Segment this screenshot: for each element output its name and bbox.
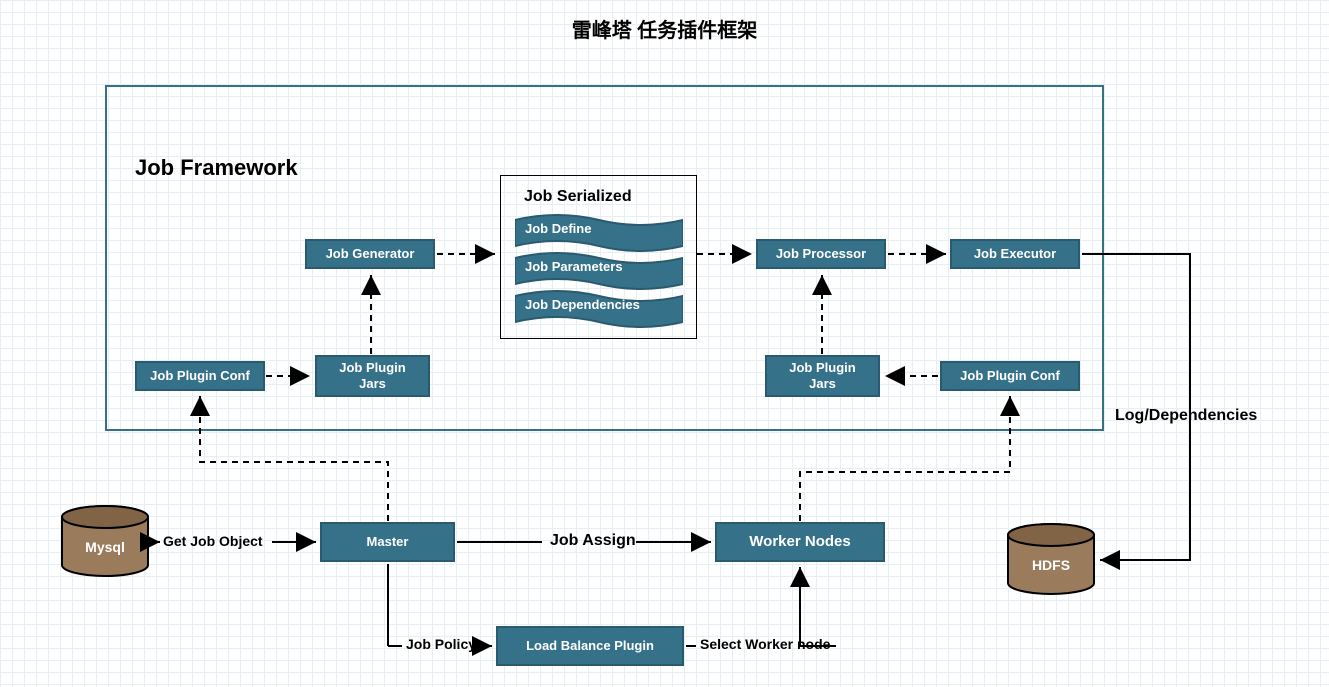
job-plugin-conf-right: Job Plugin Conf bbox=[940, 361, 1080, 391]
diagram-title: 雷峰塔 任务插件框架 bbox=[0, 14, 1329, 43]
mysql-db: Mysql bbox=[60, 505, 150, 575]
mysql-label: Mysql bbox=[60, 539, 150, 555]
edge-select-worker-label: Select Worker node bbox=[700, 636, 830, 652]
edge-job-policy-label: Job Policy bbox=[406, 636, 476, 652]
job-executor: Job Executor bbox=[950, 239, 1080, 269]
job-processor: Job Processor bbox=[756, 239, 886, 269]
edge-get-job-label: Get Job Object bbox=[163, 533, 263, 549]
edge-job-assign-label: Job Assign bbox=[550, 532, 636, 550]
worker-nodes: Worker Nodes bbox=[715, 522, 885, 562]
job-parameters-text: Job Parameters bbox=[525, 259, 623, 274]
job-parameters-flag: Job Parameters bbox=[515, 252, 679, 284]
job-dependencies-flag: Job Dependencies bbox=[515, 290, 679, 322]
master-node: Master bbox=[320, 522, 455, 562]
job-framework-heading: Job Framework bbox=[135, 155, 298, 181]
job-serialized-title: Job Serialized bbox=[524, 188, 632, 206]
edge-log-deps-label: Log/Dependencies bbox=[1115, 407, 1257, 425]
job-plugin-jars-right: Job Plugin Jars bbox=[765, 355, 880, 397]
job-define-flag: Job Define bbox=[515, 214, 679, 246]
load-balance-plugin: Load Balance Plugin bbox=[496, 626, 684, 666]
job-define-text: Job Define bbox=[525, 221, 591, 236]
hdfs-db: HDFS bbox=[1006, 523, 1096, 593]
job-generator: Job Generator bbox=[305, 239, 435, 269]
hdfs-label: HDFS bbox=[1006, 557, 1096, 573]
job-plugin-jars-left: Job Plugin Jars bbox=[315, 355, 430, 397]
job-plugin-conf-left: Job Plugin Conf bbox=[135, 361, 265, 391]
job-dependencies-text: Job Dependencies bbox=[525, 297, 640, 312]
